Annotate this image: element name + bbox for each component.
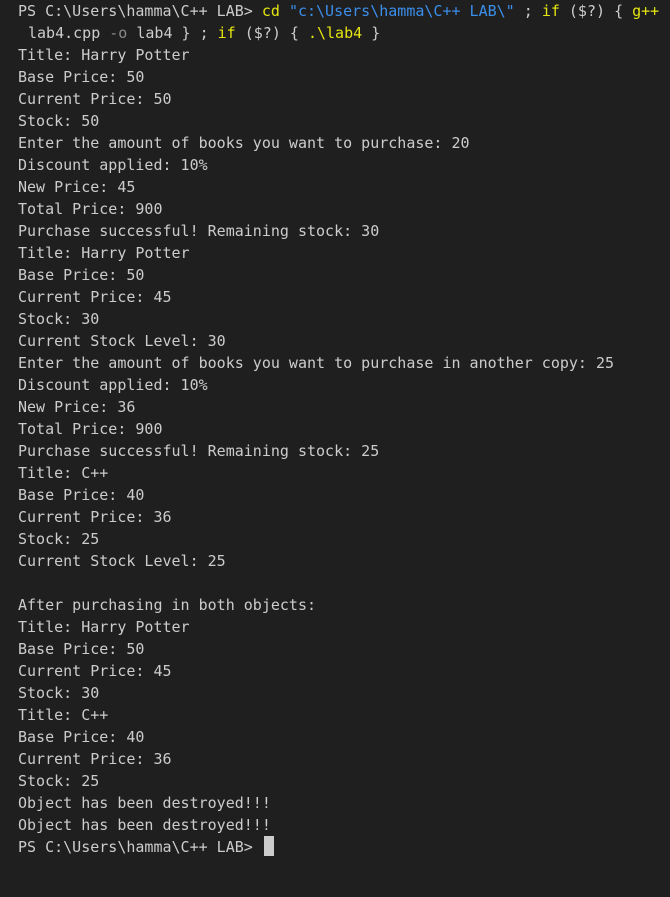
cmd-brace-open2: { (289, 24, 299, 42)
cmd-brace-close2: } (371, 24, 381, 42)
cmd-sep1: ; (523, 2, 533, 20)
command-line-continued: lab4.cpp -o lab4 } ; if ($?) { .\lab4 } (0, 22, 670, 44)
final-prompt: PS C:\Users\hamma\C++ LAB> (18, 838, 253, 856)
output-line: Base Price: 40 (18, 728, 145, 746)
output-line: Title: C++ (18, 464, 109, 482)
output-line: Stock: 25 (18, 530, 100, 548)
cmd-cond2: ($?) (244, 24, 281, 42)
command-line: PS C:\Users\hamma\C++ LAB> cd "c:\Users\… (0, 0, 670, 22)
output-line: Title: Harry Potter (18, 46, 190, 64)
output-line: Stock: 30 (18, 310, 100, 328)
output-line: New Price: 36 (18, 398, 136, 416)
cmd-flag: -o (109, 24, 128, 42)
cmd-cond1: ($?) (568, 2, 606, 20)
cmd-brace-close1: } (181, 24, 191, 42)
output-line: Current Price: 36 (18, 750, 172, 768)
cmd-gpp: g++ (632, 2, 660, 20)
output-line: Current Price: 36 (18, 508, 172, 526)
cmd-run: .\lab4 (307, 24, 363, 42)
output-line: Title: C++ (18, 706, 109, 724)
cmd-src: lab4.cpp (28, 24, 101, 42)
cmd-cd: cd (261, 2, 280, 20)
output-line: Discount applied: 10% (18, 376, 208, 394)
output-line: Current Stock Level: 30 (18, 332, 226, 350)
prompt: PS C:\Users\hamma\C++ LAB> (18, 2, 253, 20)
output-line: Object has been destroyed!!! (18, 794, 271, 812)
output-line: Object has been destroyed!!! (18, 816, 271, 834)
output-line: Purchase successful! Remaining stock: 30 (18, 222, 380, 240)
output-line: After purchasing in both objects: (18, 596, 317, 614)
terminal-window[interactable]: PS C:\Users\hamma\C++ LAB> cd "c:\Users\… (0, 0, 670, 897)
output-line: Current Price: 45 (18, 288, 172, 306)
output-line: Base Price: 50 (18, 640, 145, 658)
output-line: Base Price: 50 (18, 68, 145, 86)
output-line: Enter the amount of books you want to pu… (18, 134, 470, 152)
output-line: Current Price: 45 (18, 662, 172, 680)
cmd-if2: if (217, 24, 236, 42)
output-line: Stock: 30 (18, 684, 100, 702)
final-prompt-line[interactable]: PS C:\Users\hamma\C++ LAB> (0, 836, 670, 858)
output-line: Base Price: 40 (18, 486, 145, 504)
cmd-path: "c:\Users\hamma\C++ LAB\" (288, 2, 515, 20)
output-line: Purchase successful! Remaining stock: 25 (18, 442, 380, 460)
output-line: Total Price: 900 (18, 420, 163, 438)
cmd-if1: if (541, 2, 560, 20)
output-line: Total Price: 900 (18, 200, 163, 218)
output-line: Enter the amount of books you want to pu… (18, 354, 615, 372)
output-line: Current Price: 50 (18, 90, 172, 108)
output-line: Title: Harry Potter (18, 244, 190, 262)
output-line: Stock: 50 (18, 112, 100, 130)
output-line: New Price: 45 (18, 178, 136, 196)
output-line: Title: Harry Potter (18, 618, 190, 636)
output-line: Stock: 25 (18, 772, 100, 790)
output-line: Current Stock Level: 25 (18, 552, 226, 570)
cmd-out: lab4 (136, 24, 173, 42)
output-line: Base Price: 50 (18, 266, 145, 284)
output-line: Discount applied: 10% (18, 156, 208, 174)
text-cursor[interactable] (263, 836, 274, 856)
cmd-sep2: ; (199, 24, 209, 42)
cmd-brace-open1: { (614, 2, 624, 20)
